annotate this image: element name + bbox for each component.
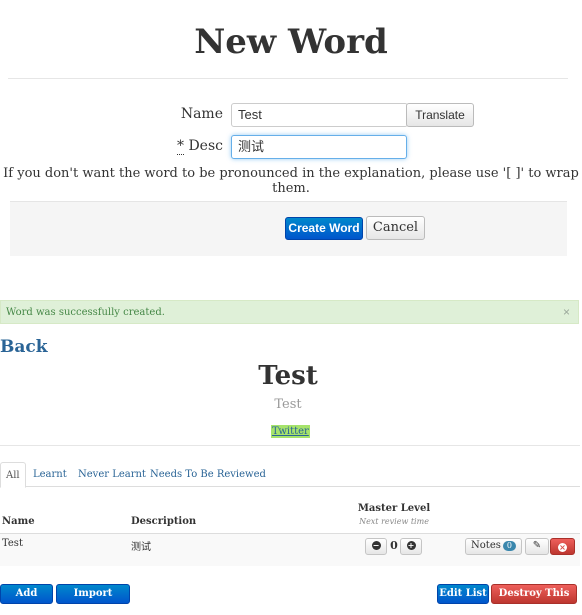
- destroy-list-button[interactable]: Destroy This List: [491, 584, 577, 615]
- filter-tabs: All Learnt Never Learnt Needs To Be Revi…: [0, 462, 580, 488]
- tab-all[interactable]: All: [0, 462, 26, 488]
- edit-list-button[interactable]: Edit List: [437, 584, 489, 604]
- section-divider: [0, 445, 580, 446]
- remove-circle-icon: ×: [558, 543, 567, 552]
- master-level-value: 0: [390, 539, 398, 552]
- notes-count-badge: 0: [502, 541, 516, 551]
- twitter-tag[interactable]: Twitter: [271, 425, 310, 438]
- back-link[interactable]: Back: [0, 337, 48, 357]
- desc-label-wrap: * Desc: [150, 138, 223, 155]
- edit-button[interactable]: ✎: [525, 538, 549, 555]
- tab-needs-review[interactable]: Needs To Be Reviewed: [150, 462, 266, 487]
- column-header-description: Description: [131, 516, 197, 527]
- column-header-master-level: Master Level: [357, 503, 431, 514]
- column-header-name: Name: [2, 516, 35, 527]
- desc-label: Desc: [188, 138, 223, 154]
- word-name: Test: [258, 361, 318, 391]
- column-subheader-next-review: Next review time: [359, 517, 429, 526]
- delete-button[interactable]: ×: [550, 538, 575, 555]
- hint-text: If you don't want the word to be pronoun…: [3, 166, 579, 196]
- add-word-button[interactable]: Add Word: [0, 584, 53, 615]
- cancel-button[interactable]: Cancel: [366, 216, 425, 240]
- page-title: New Word: [194, 22, 388, 62]
- success-alert: Word was successfully created. ×: [0, 300, 579, 324]
- word-description: Test: [274, 397, 302, 412]
- tab-never-learnt[interactable]: Never Learnt: [78, 462, 146, 487]
- minus-circle-icon: −: [371, 541, 381, 550]
- tab-learnt[interactable]: Learnt: [33, 462, 67, 487]
- edit-icon: ✎: [532, 540, 542, 551]
- decrease-level-button[interactable]: −: [365, 538, 387, 555]
- create-word-button[interactable]: Create Word: [285, 217, 363, 240]
- notes-button[interactable]: Notes 0: [465, 538, 522, 555]
- notes-label: Notes: [471, 540, 501, 551]
- import-words-button[interactable]: Import Words: [56, 584, 130, 615]
- desc-input[interactable]: 测试: [231, 135, 407, 159]
- row-name: Test: [2, 538, 23, 549]
- increase-level-button[interactable]: +: [400, 538, 422, 555]
- name-input[interactable]: Test: [231, 103, 408, 127]
- alert-message: Word was successfully created.: [6, 307, 165, 318]
- required-mark: *: [177, 138, 184, 155]
- name-label: Name: [180, 106, 223, 122]
- row-description: 测试: [131, 542, 151, 553]
- close-icon[interactable]: ×: [563, 305, 570, 319]
- title-divider: [8, 78, 568, 79]
- plus-circle-icon: +: [406, 541, 416, 550]
- translate-button[interactable]: Translate: [406, 103, 474, 127]
